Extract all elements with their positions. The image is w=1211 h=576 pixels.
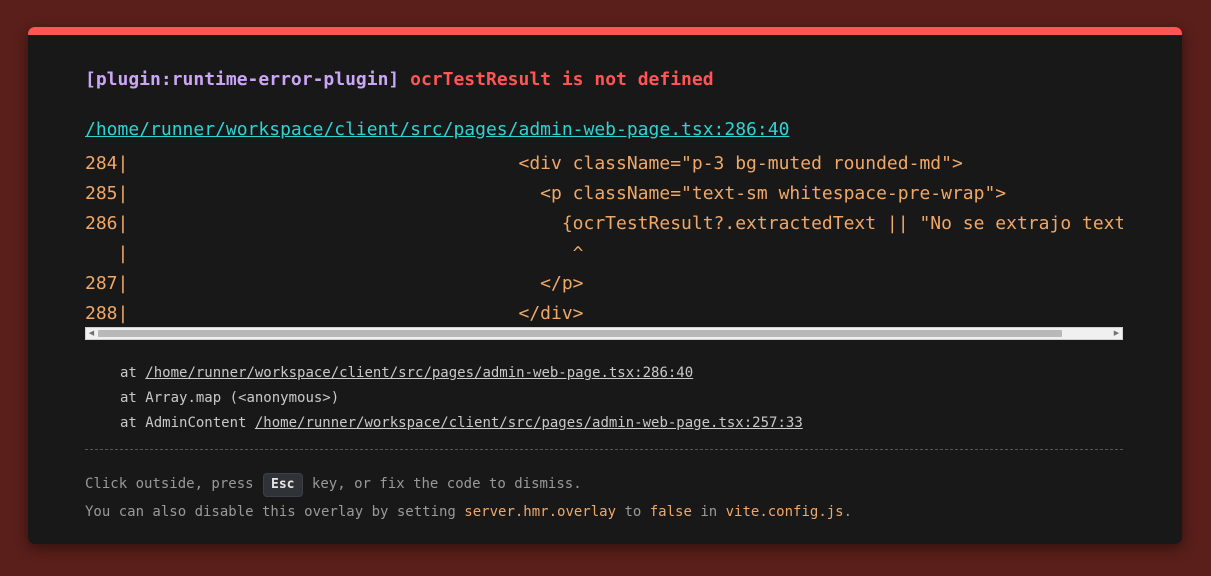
tip-text: Click outside, press: [85, 476, 263, 492]
stack-function: AdminContent: [145, 415, 255, 431]
esc-key-badge: Esc: [263, 473, 303, 497]
error-text: ocrTestResult is not defined: [410, 69, 714, 90]
stack-prefix: at: [120, 390, 146, 406]
stack-line: at /home/runner/workspace/client/src/pag…: [120, 361, 803, 386]
code-frame-scrollbar[interactable]: ◀ ▶: [85, 327, 1123, 340]
tip-text: in: [691, 504, 726, 520]
disable-overlay-tip: You can also disable this overlay by set…: [85, 499, 852, 525]
stack-prefix: at: [120, 365, 146, 381]
dismiss-tip: Click outside, press Esc key, or fix the…: [85, 471, 582, 497]
scrollbar-thumb[interactable]: [98, 330, 1062, 337]
stack-line: at Array.map (<anonymous>): [120, 386, 803, 411]
tip-text: .: [843, 504, 853, 520]
code-line: 284| <div className="p-3 bg-muted rounde…: [85, 153, 963, 174]
error-message: [plugin:runtime-error-plugin] ocrTestRes…: [85, 69, 714, 90]
code-line: 287| </p>: [85, 273, 584, 294]
scroll-right-arrow-icon[interactable]: ▶: [1111, 328, 1122, 339]
error-overlay-window: [plugin:runtime-error-plugin] ocrTestRes…: [28, 27, 1182, 544]
stack-trace: at /home/runner/workspace/client/src/pag…: [120, 361, 803, 436]
tip-text: You can also disable this overlay by set…: [85, 504, 465, 520]
divider: [85, 449, 1123, 450]
config-setting: server.hmr.overlay: [464, 504, 617, 520]
stack-line: at AdminContent /home/runner/workspace/c…: [120, 411, 803, 436]
code-line: 285| <p className="text-sm whitespace-pr…: [85, 183, 1007, 204]
plugin-name: [plugin:runtime-error-plugin]: [85, 69, 400, 90]
stack-location-link[interactable]: /home/runner/workspace/client/src/pages/…: [145, 365, 693, 381]
stack-prefix: at: [120, 415, 146, 431]
tip-text: key, or fix the code to dismiss.: [303, 476, 582, 492]
config-value: false: [649, 504, 692, 520]
code-frame[interactable]: 284| <div className="p-3 bg-muted rounde…: [85, 149, 1123, 329]
scroll-left-arrow-icon[interactable]: ◀: [86, 328, 97, 339]
config-file: vite.config.js: [725, 504, 844, 520]
code-line: 288| </div>: [85, 303, 584, 324]
code-line-caret: | ^: [85, 243, 584, 264]
stack-function: Array.map (<anonymous>): [145, 390, 340, 406]
error-file-link[interactable]: /home/runner/workspace/client/src/pages/…: [85, 119, 789, 140]
stack-location-link[interactable]: /home/runner/workspace/client/src/pages/…: [255, 415, 803, 431]
code-line: 286| {ocrTestResult?.extractedText || "N…: [85, 213, 1123, 234]
tip-text: to: [616, 504, 650, 520]
